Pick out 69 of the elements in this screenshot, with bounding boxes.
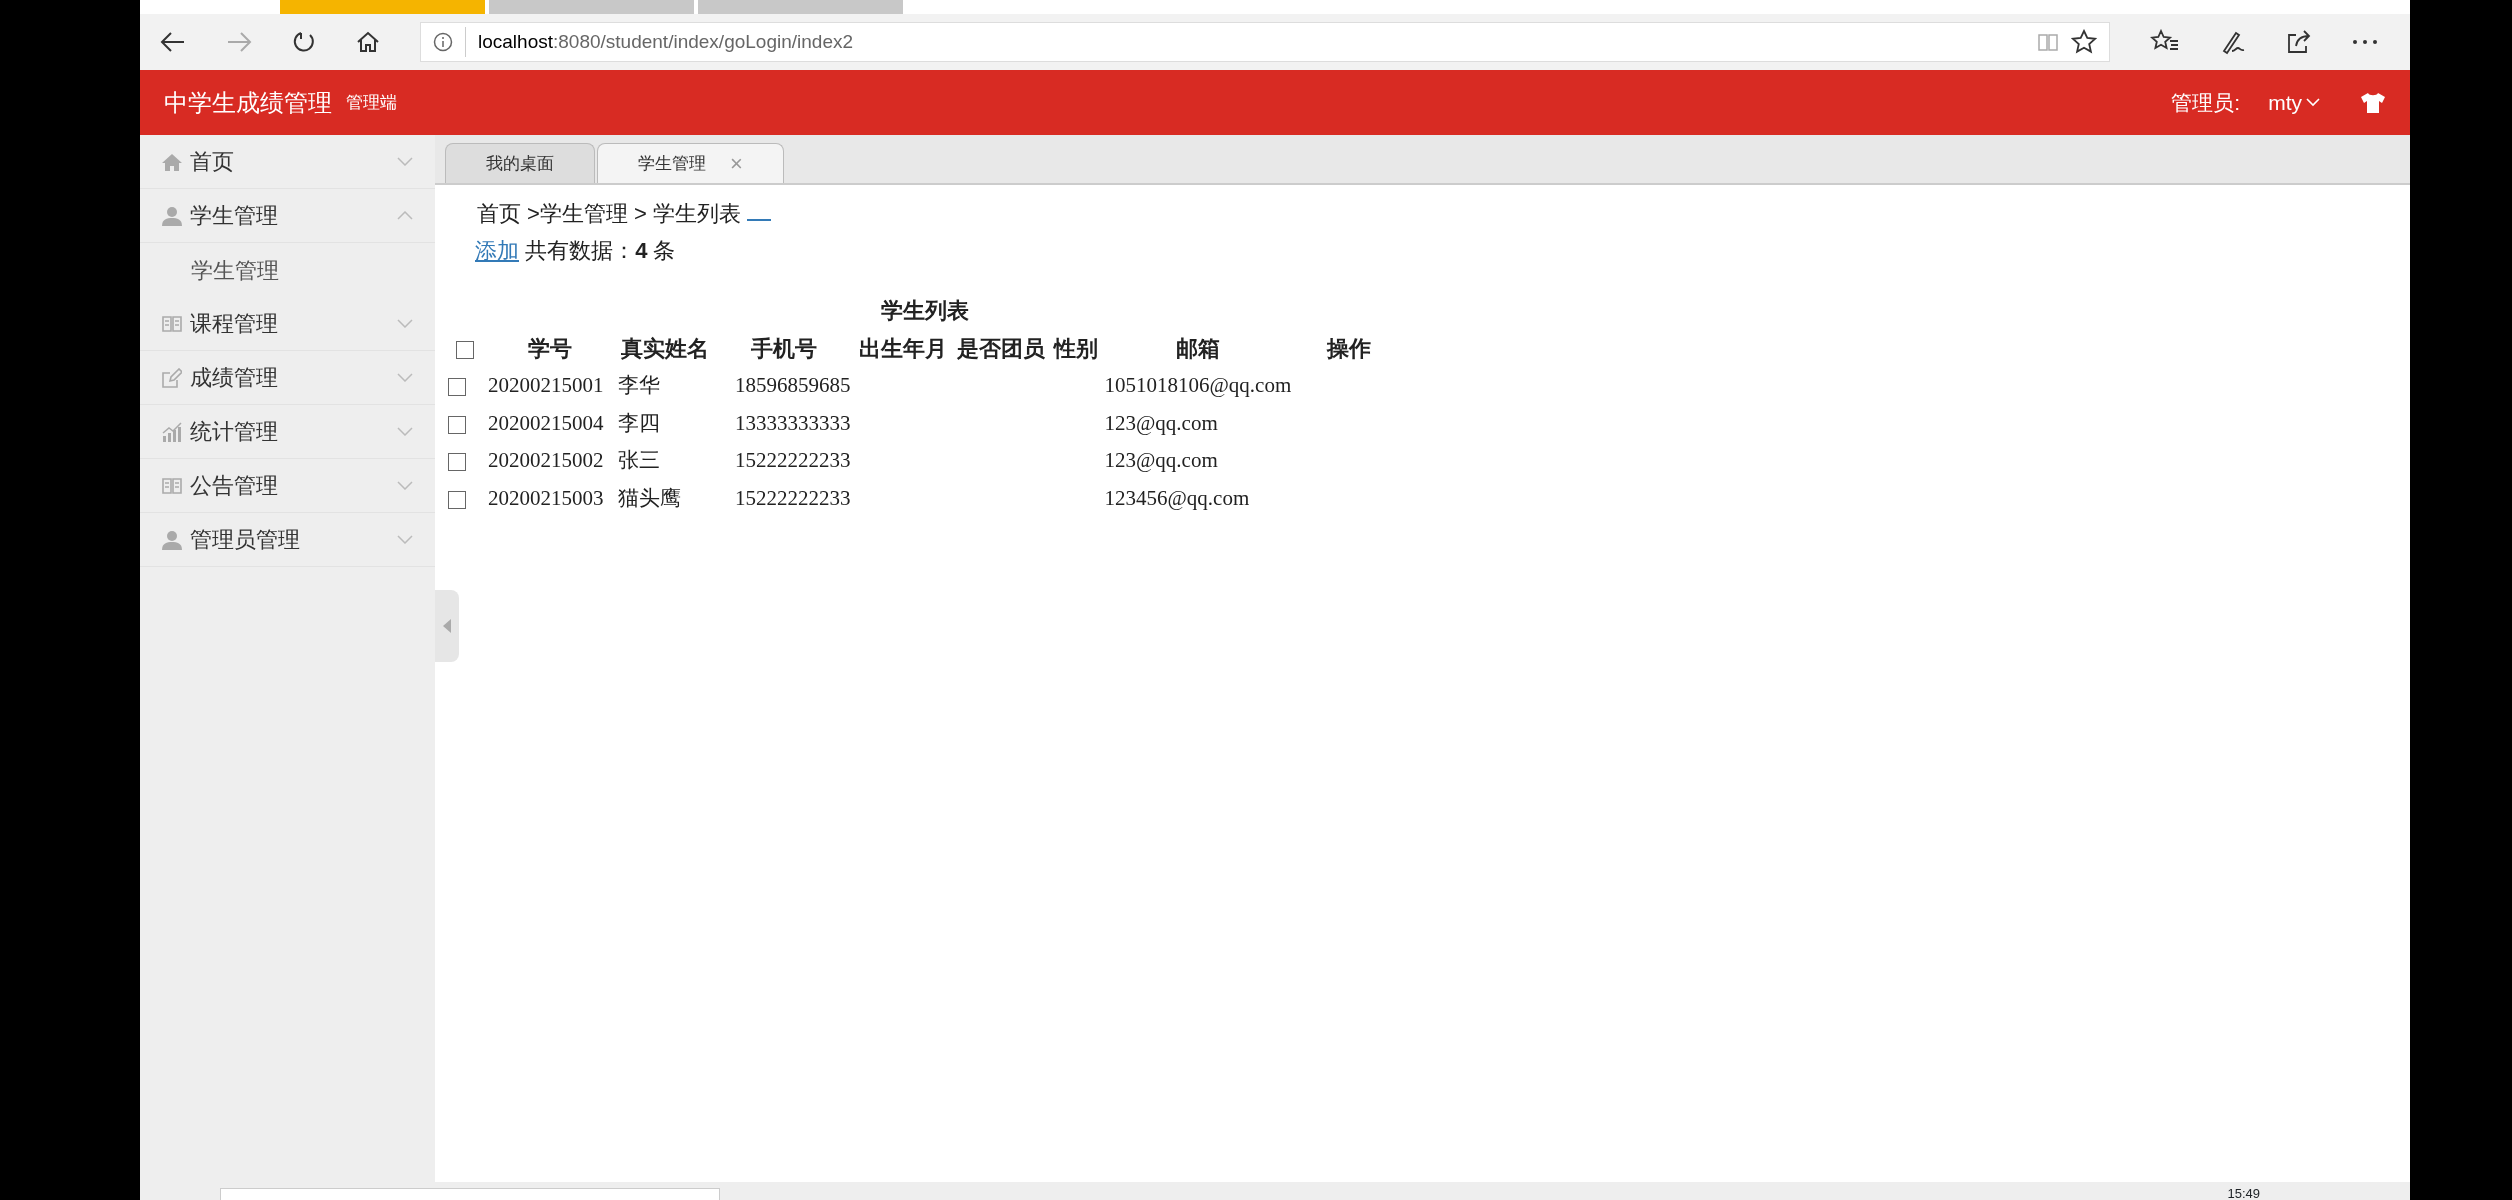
column-header: 手机号 [750, 335, 819, 363]
column-header: 邮箱 [1174, 335, 1221, 363]
refresh-icon[interactable] [292, 30, 316, 54]
table-cell: 123@qq.com [1104, 410, 1218, 435]
book-icon [162, 315, 182, 332]
chevron-down-icon [2306, 98, 2320, 107]
table-cell: 18596859685 [735, 373, 851, 397]
page-tab[interactable]: 我的桌面 [445, 143, 595, 183]
sidebar-subitem[interactable]: 学生管理 [140, 243, 435, 297]
table-cell: 15222222233 [735, 485, 851, 510]
checkbox[interactable] [448, 415, 466, 434]
breadcrumb: 首页 >学生管理 > 学生列表 [477, 201, 742, 226]
shirt-icon[interactable] [2360, 91, 2386, 114]
table-cell: 张三 [618, 448, 660, 472]
checkbox[interactable] [456, 341, 474, 360]
sidebar-item[interactable]: 公告管理 [140, 459, 435, 513]
table-cell: 20200215004 [488, 410, 604, 435]
chart-icon [162, 421, 182, 442]
table-cell: 123@qq.com [1104, 448, 1218, 472]
collapse-handle[interactable] [435, 590, 459, 662]
address-bar[interactable]: localhost:8080/student/index/goLogin/index2 [420, 22, 2110, 62]
record-count: 共有数据：4 条 [525, 238, 676, 263]
table-cell: 猫头鹰 [618, 485, 681, 510]
star-icon[interactable] [2071, 29, 2097, 55]
table-cell: 15222222233 [735, 448, 851, 472]
sidebar-item[interactable]: 课程管理 [140, 297, 435, 351]
app-subtitle: 管理端 [346, 91, 397, 114]
back-icon[interactable] [160, 31, 186, 53]
table-cell: 20200215003 [488, 485, 604, 510]
table-cell: 123456@qq.com [1104, 485, 1250, 510]
pen-icon[interactable] [2220, 29, 2246, 55]
column-header: 学号 [527, 335, 573, 363]
table-cell: 李华 [618, 373, 660, 397]
search-field[interactable] [220, 1188, 720, 1200]
user-icon [162, 529, 182, 550]
checkbox[interactable] [448, 490, 466, 509]
user-label: 管理员: [2171, 89, 2241, 116]
sidebar-item[interactable]: 首页 [140, 135, 435, 189]
add-link[interactable]: 添加 [445, 238, 519, 263]
info-icon [433, 32, 453, 52]
book-icon [162, 477, 182, 494]
user-menu[interactable]: mty [2268, 86, 2320, 119]
sidebar-item[interactable]: 学生管理 [140, 189, 435, 243]
column-header: 是否团员 [955, 335, 1046, 363]
column-header: 性别 [1052, 335, 1099, 363]
column-header: 出生年月 [857, 335, 948, 363]
sidebar-item[interactable]: 成绩管理 [140, 351, 435, 405]
user-icon [162, 205, 182, 226]
edit-icon [162, 367, 182, 388]
table-cell: 20200215002 [488, 448, 604, 472]
table-cell: 20200215001 [488, 373, 604, 397]
column-header: 真实姓名 [620, 335, 710, 363]
sidebar-item[interactable]: 管理员管理 [140, 513, 435, 567]
table-cell: 13333333333 [735, 410, 851, 435]
home-icon[interactable] [356, 30, 380, 54]
table-title: 学生列表 [879, 297, 970, 325]
table-cell: 李四 [618, 410, 660, 435]
column-header: 操作 [1325, 335, 1373, 363]
checkbox[interactable] [448, 378, 466, 397]
url-text: localhost:8080/student/index/goLogin/index2 [478, 29, 854, 54]
clock-time: 15:49 [2227, 1187, 2260, 1200]
page-tab[interactable]: 学生管理 × [597, 143, 784, 183]
sidebar-item[interactable]: 统计管理 [140, 405, 435, 459]
table-cell: 1051018106@qq.com [1104, 373, 1292, 397]
home-icon [162, 152, 182, 171]
more-icon[interactable] [2352, 39, 2378, 45]
share-icon[interactable] [2286, 29, 2312, 55]
checkbox[interactable] [448, 453, 466, 472]
app-title: 中学生成绩管理 [164, 87, 332, 118]
